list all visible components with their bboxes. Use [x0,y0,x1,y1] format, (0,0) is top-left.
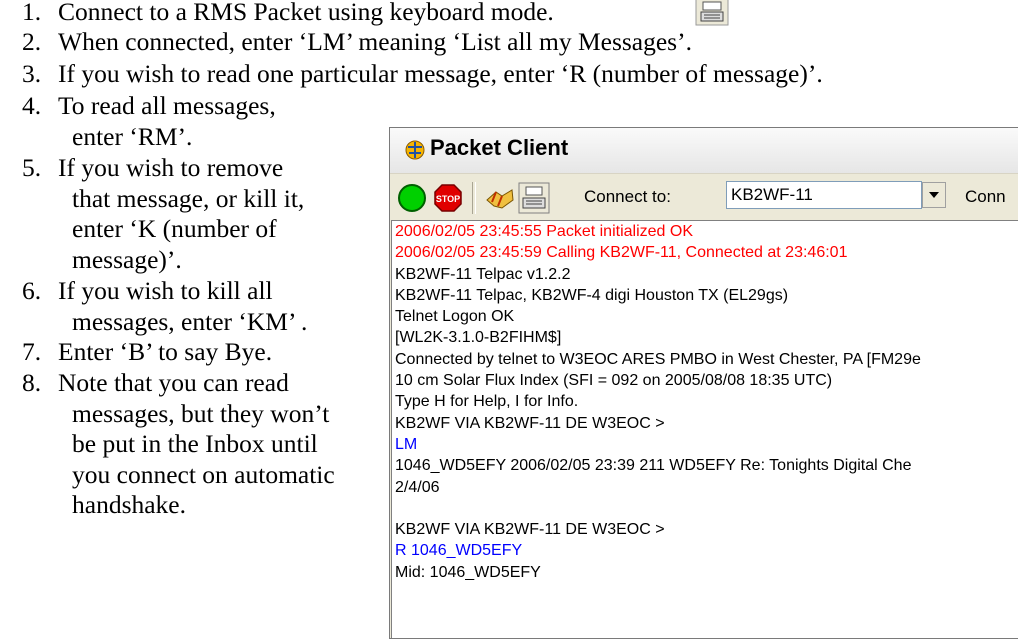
connect-button[interactable]: Conn [965,187,1006,207]
step-number: 4. [22,91,42,120]
terminal-line: Telnet Logon OK [395,308,515,326]
terminal-output: 2006/02/05 23:45:55 Packet initialized O… [391,220,1018,638]
step-number: 6. [22,276,42,305]
title-bar: Packet Client [390,128,1018,173]
terminal-line: KB2WF VIA KB2WF-11 DE W3EOC > [395,414,665,432]
connect-to-input[interactable]: KB2WF-11 [726,181,922,209]
chevron-down-icon[interactable] [922,182,946,208]
step-number: 8. [22,368,42,397]
step-text: handshake. [72,490,187,519]
step-text: Note that you can read [58,368,289,397]
step-number: 1. [22,0,42,26]
step-text: Connect to a RMS Packet using keyboard m… [58,0,554,26]
step-text: Enter ‘B’ to say Bye. [58,337,273,366]
step-number: 3. [22,59,42,88]
terminal-line: 2/4/06 [395,478,440,496]
step-text: messages, but they won’t [72,398,330,428]
keyboard-mode-icon [695,0,729,26]
connect-to-label: Connect to: [584,187,671,206]
keyboard-icon[interactable] [518,182,550,214]
terminal-line: KB2WF-11 Telpac, KB2WF-4 digi Houston TX… [395,286,789,304]
step-text: If you wish to kill all [58,276,273,305]
terminal-line: R 1046_WD5EFY [395,542,523,560]
window-title: Packet Client [430,135,569,160]
step-text: you connect on automatic [72,459,335,489]
terminal-line: KB2WF-11 Telpac v1.2.2 [395,265,571,283]
packet-client-window: Packet Client STOP Connect to: KB2WF-11 … [389,127,1018,639]
step-number: 7. [22,337,42,366]
terminal-line: KB2WF VIA KB2WF-11 DE W3EOC > [395,521,665,539]
step-text: that message, or kill it, [72,183,305,213]
terminal-line: Connected by telnet to W3EOC ARES PMBO i… [395,350,921,368]
terminal-line: 2006/02/05 23:45:59 Calling KB2WF-11, Co… [395,244,848,262]
terminal-line: 1046_WD5EFY 2006/02/05 23:39 211 WD5EFY … [395,457,912,475]
terminal-line: 10 cm Solar Flux Index (SFI = 092 on 200… [395,372,833,390]
globe-title-icon [405,140,425,160]
toolbar: STOP Connect to: KB2WF-11 Conn [390,173,1018,221]
step-text: enter ‘RM’. [72,121,193,151]
terminal-line: [WL2K-3.1.0-B2FIHM$] [395,329,562,347]
step-number: 5. [22,153,42,182]
green-go-icon[interactable] [396,182,428,214]
step-text: To read all messages, [58,91,276,120]
step-text: messages, enter ‘KM’ . [72,306,308,336]
handshake-icon[interactable] [484,182,516,214]
step-text: If you wish to read one particular messa… [58,59,823,88]
step-text: If you wish to remove [58,153,284,182]
terminal-line: LM [395,435,418,453]
svg-text:STOP: STOP [436,194,460,204]
terminal-line: Type H for Help, I for Info. [395,393,579,411]
step-text: message)’. [72,244,182,274]
step-text: enter ‘K (number of [72,214,277,243]
toolbar-separator [472,182,476,214]
step-text: be put in the Inbox until [72,429,318,458]
terminal-line: Mid: 1046_WD5EFY [395,563,541,581]
step-number: 2. [22,27,42,56]
stop-icon[interactable]: STOP [432,182,464,214]
step-text: When connected, enter ‘LM’ meaning ‘List… [58,27,692,56]
terminal-line: 2006/02/05 23:45:55 Packet initialized O… [395,223,693,240]
